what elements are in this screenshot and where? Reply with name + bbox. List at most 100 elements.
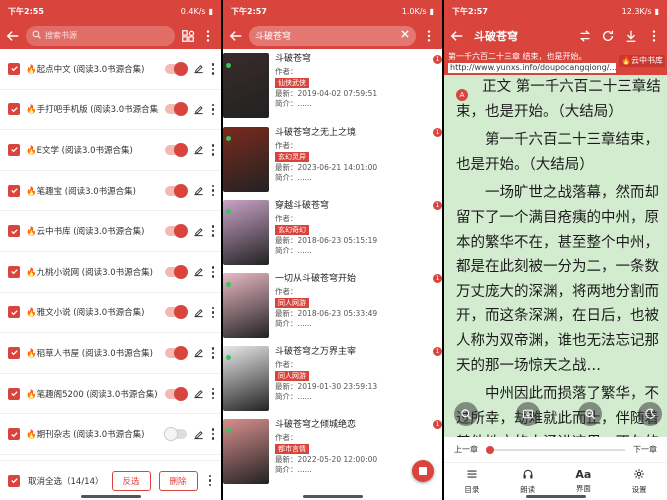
edit-icon[interactable] <box>193 429 204 440</box>
source-checkbox[interactable] <box>8 103 20 116</box>
source-checkbox[interactable] <box>8 225 20 238</box>
source-checkbox[interactable] <box>8 346 20 359</box>
genre-tag: 同人网游 <box>275 298 309 308</box>
row-more-icon[interactable] <box>210 103 216 116</box>
invert-selection-button[interactable]: 反选 <box>111 470 151 491</box>
source-checkbox[interactable] <box>8 387 20 400</box>
status-speed: 0.4K/s <box>180 6 206 16</box>
row-more-icon[interactable] <box>210 225 216 237</box>
source-name: 🔥九桃小说网 (阅读3.0书源合集) <box>26 267 153 278</box>
source-row[interactable]: 🔥期刊杂志 (阅读3.0书源合集) <box>0 414 221 455</box>
source-row[interactable]: 🔥稻草人书屋 (阅读3.0书源合集) <box>0 333 221 374</box>
back-arrow-icon[interactable] <box>450 29 464 43</box>
prev-chapter-button[interactable]: 上一章 <box>454 444 478 455</box>
book-result-row[interactable]: 穿越斗破苍穹 作者： 玄幻奇幻 最新：2018-06-23 05:15:19 简介：..… <box>223 195 442 268</box>
translate-icon[interactable]: A <box>456 89 468 101</box>
more-actions-icon[interactable] <box>207 474 213 487</box>
edit-icon[interactable] <box>193 226 204 237</box>
source-checkbox[interactable] <box>8 428 20 441</box>
search-input[interactable]: 斗破苍穹 <box>249 25 416 46</box>
source-row[interactable]: 🔥九桃小说网 (阅读3.0书源合集) <box>0 252 221 293</box>
stop-search-button[interactable] <box>412 460 434 482</box>
source-checkbox[interactable] <box>8 306 20 319</box>
more-icon[interactable] <box>422 29 436 43</box>
edit-icon[interactable] <box>193 104 204 115</box>
source-enable-toggle[interactable] <box>165 224 188 239</box>
row-more-icon[interactable] <box>210 347 216 359</box>
next-chapter-button[interactable]: 下一章 <box>633 444 657 455</box>
delete-button[interactable]: 删除 <box>158 470 198 491</box>
row-more-icon[interactable] <box>210 144 216 156</box>
source-row[interactable]: 🔥手打吧手机版 (阅读3.0书源合集) <box>0 90 221 131</box>
latest-update: 最新：2022-05-20 12:00:00 <box>275 455 378 464</box>
source-row[interactable]: 🔥笔趣阁5200 (阅读3.0书源合集) <box>0 374 221 415</box>
book-result-row[interactable]: 一切从斗破苍穹开始 作者： 同人网游 最新：2018-06-23 05:33:49 简介… <box>223 268 442 341</box>
more-icon[interactable] <box>201 29 215 43</box>
row-more-icon[interactable] <box>210 266 216 278</box>
progress-slider[interactable] <box>486 445 625 454</box>
edit-icon[interactable] <box>193 347 204 358</box>
source-checkbox[interactable] <box>8 265 20 278</box>
toc-button[interactable]: 目录 <box>444 463 500 500</box>
row-more-icon[interactable] <box>210 184 216 197</box>
edit-icon[interactable] <box>193 307 204 318</box>
auto-scroll-button[interactable] <box>516 402 540 426</box>
back-arrow-icon[interactable] <box>6 29 20 43</box>
source-enable-toggle[interactable] <box>165 142 188 157</box>
settings-button[interactable]: 设置 <box>611 463 667 500</box>
source-enable-toggle[interactable] <box>165 183 188 198</box>
source-enable-toggle[interactable] <box>165 386 188 401</box>
more-icon[interactable] <box>647 29 661 43</box>
source-enable-toggle[interactable] <box>165 61 188 76</box>
edit-icon[interactable] <box>193 185 204 196</box>
select-all-checkbox[interactable] <box>8 474 20 487</box>
edit-icon[interactable] <box>193 144 204 155</box>
download-icon[interactable] <box>624 29 638 43</box>
row-more-icon[interactable] <box>210 428 216 440</box>
row-more-icon[interactable] <box>210 387 216 400</box>
book-info: 斗破苍穹 作者： 仙侠武侠 最新：2019-04-02 07:59:51 简介：....… <box>269 53 434 122</box>
refresh-icon[interactable] <box>601 29 615 43</box>
source-row[interactable]: 🔥云中书库 (阅读3.0书源合集) <box>0 211 221 252</box>
progress-thumb[interactable] <box>486 445 494 454</box>
source-row[interactable]: 🔥E文学 (阅读3.0书源合集) <box>0 130 221 171</box>
search-input[interactable]: 搜索书源 <box>26 25 175 46</box>
row-more-icon[interactable] <box>210 306 216 319</box>
genre-tag: 玄幻灵异 <box>275 152 309 162</box>
row-more-icon[interactable] <box>210 63 216 75</box>
top-bar: 斗破苍穹 <box>444 22 667 49</box>
edit-icon[interactable] <box>193 266 204 277</box>
book-result-row[interactable]: 斗破苍穹之万界主宰 作者： 同人网游 最新：2019-01-30 23:59:13 简介… <box>223 341 442 414</box>
back-arrow-icon[interactable] <box>229 29 243 43</box>
book-result-row[interactable]: 斗破苍穹之倾城绝恋 作者： 都市言情 最新：2022-05-20 12:00:00 简介… <box>223 414 442 487</box>
source-tag-label: 云中书库 <box>631 56 663 65</box>
source-enable-toggle[interactable] <box>164 427 187 442</box>
source-row[interactable]: 🔥雅文小说 (阅读3.0书源合集) <box>0 293 221 334</box>
status-dot <box>226 428 231 433</box>
source-row[interactable]: 🔥笔趣宝 (阅读3.0书源合集) <box>0 171 221 212</box>
source-name: 🔥起点中文 (阅读3.0书源合集) <box>26 64 145 75</box>
source-count-badge: 1 <box>433 347 442 356</box>
source-checkbox[interactable] <box>8 184 20 197</box>
night-mode-button[interactable] <box>638 402 662 426</box>
source-checkbox[interactable] <box>8 62 20 75</box>
book-result-row[interactable]: 斗破苍穹之无上之境 作者： 玄幻灵异 最新：2023-06-21 14:01:00 简介… <box>223 122 442 195</box>
source-checkbox[interactable] <box>8 143 20 156</box>
source-enable-toggle[interactable] <box>165 305 188 320</box>
source-enable-toggle[interactable] <box>165 345 188 360</box>
edit-icon[interactable] <box>193 388 204 399</box>
book-result-row[interactable]: 斗破苍穹 作者： 仙侠武侠 最新：2019-04-02 07:59:51 简介：....… <box>223 49 442 122</box>
edit-icon[interactable] <box>193 63 204 74</box>
source-enable-toggle[interactable] <box>165 102 188 117</box>
replace-rule-button[interactable] <box>578 402 602 426</box>
clear-icon[interactable] <box>400 29 410 42</box>
change-source-icon[interactable] <box>578 29 592 43</box>
search-content-button[interactable] <box>454 402 478 426</box>
source-enable-toggle[interactable] <box>165 264 188 279</box>
reading-content[interactable]: 正文 第一千六百二十三章结束，也是开始。（大结局） 第一千六百二十三章结束，也是… <box>444 75 667 437</box>
chapter-url[interactable]: http://www.yunxs.info/doupocangqiong/... <box>448 63 616 73</box>
source-tag[interactable]: 🔥云中书库 <box>619 55 665 67</box>
intro: 简介：...... <box>275 246 312 255</box>
group-settings-icon[interactable] <box>181 29 195 43</box>
source-row[interactable]: 🔥起点中文 (阅读3.0书源合集) <box>0 49 221 90</box>
